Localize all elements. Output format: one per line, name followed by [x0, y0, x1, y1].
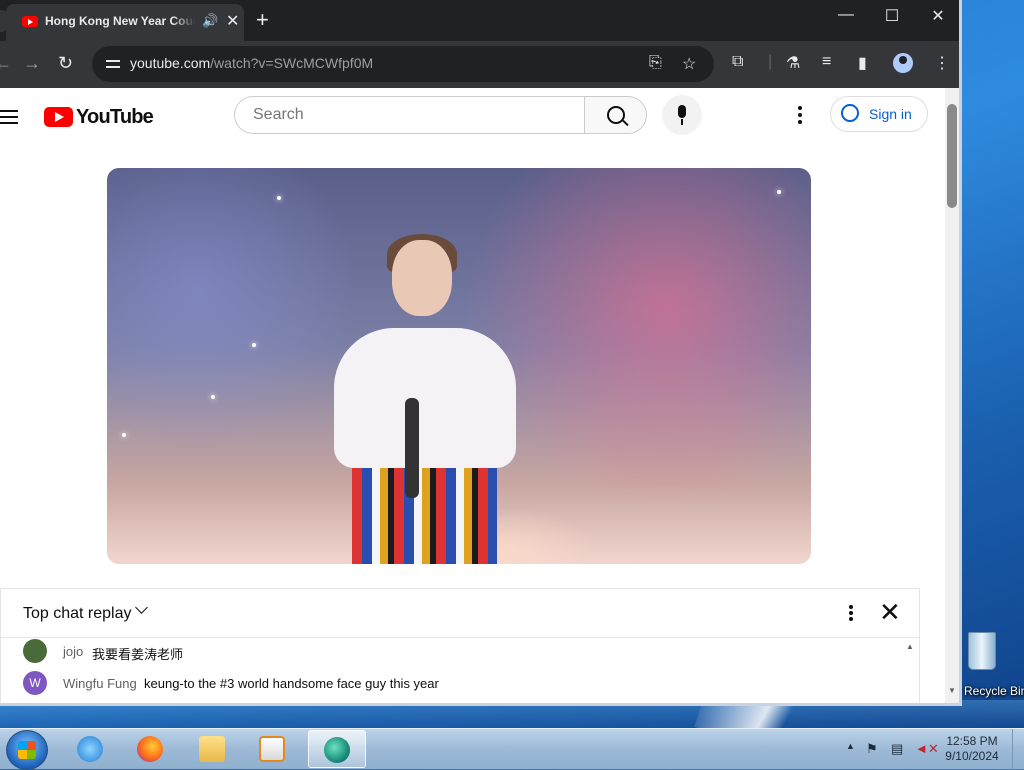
- maximize-icon[interactable]: ☐: [869, 6, 915, 26]
- singer-head: [392, 240, 452, 316]
- system-clock[interactable]: 12:58 PM 9/10/2024: [940, 734, 1004, 764]
- minimize-icon[interactable]: —: [823, 6, 869, 24]
- forward-arrow-icon[interactable]: →: [23, 53, 41, 74]
- plus-icon[interactable]: +: [256, 7, 269, 33]
- chat-author[interactable]: jojo: [63, 644, 83, 659]
- network-icon[interactable]: ▤: [891, 741, 903, 757]
- search-box: [234, 96, 584, 134]
- recycle-bin-icon: [968, 632, 996, 670]
- youtube-page: YouTube Sign in Top chat r: [0, 88, 945, 703]
- file-explorer-icon[interactable]: [186, 730, 238, 768]
- browser-toolbar: ← → ↻ youtube.com/watch?v=SWcMCWfpf0M ⎘ …: [0, 41, 959, 88]
- voice-search-icon[interactable]: [662, 95, 702, 135]
- stage-sparkle: [777, 190, 781, 194]
- start-button[interactable]: [6, 730, 48, 770]
- reload-icon[interactable]: ↻: [58, 53, 73, 74]
- media-controls-icon[interactable]: ≡: [822, 53, 831, 71]
- tab-active[interactable]: Hong Kong New Year Countdown 🔊 ✕: [6, 4, 244, 41]
- star-icon[interactable]: ☆: [682, 54, 696, 74]
- clock-time: 12:58 PM: [946, 734, 998, 748]
- chat-header: Top chat replay ✕: [1, 589, 919, 638]
- user-icon: [841, 104, 859, 122]
- flask-icon[interactable]: ⚗: [786, 53, 800, 73]
- recycle-bin-label: Recycle Bin: [964, 684, 1024, 698]
- install-app-icon[interactable]: ⎘: [649, 54, 662, 72]
- youtube-logo-text: YouTube: [76, 106, 154, 128]
- chevron-down-icon[interactable]: [135, 601, 148, 614]
- microphone: [405, 398, 419, 498]
- sign-in-button[interactable]: Sign in: [830, 96, 928, 132]
- media-glyph: [259, 736, 285, 762]
- chat-scroll-up-icon[interactable]: ▲: [906, 642, 914, 651]
- chat-mode-selector[interactable]: Top chat replay: [23, 605, 132, 623]
- toolbar-divider: |: [768, 53, 773, 70]
- tab-strip: Hong Kong New Year Countdown 🔊 ✕ + — ☐ ✕: [0, 0, 959, 41]
- site-info-icon[interactable]: [104, 55, 122, 73]
- url-path: /watch?v=SWcMCWfpf0M: [210, 55, 374, 71]
- back-arrow-icon[interactable]: ←: [0, 53, 12, 74]
- close-chat-icon[interactable]: ✕: [879, 599, 901, 625]
- windows-logo-icon: [18, 741, 36, 759]
- settings-kebab-icon[interactable]: [798, 106, 802, 127]
- search-icon: [607, 106, 625, 124]
- firefox-glyph: [137, 736, 163, 762]
- kebab-menu-icon[interactable]: ⋮: [934, 53, 950, 73]
- avatar[interactable]: W: [23, 671, 47, 695]
- show-desktop-button[interactable]: [1012, 729, 1024, 769]
- search-input[interactable]: [251, 105, 555, 125]
- show-hidden-icons-icon[interactable]: ▲: [846, 741, 855, 751]
- youtube-favicon-icon: [22, 16, 38, 27]
- puzzle-icon[interactable]: ⧉: [732, 53, 743, 71]
- stage-sparkle: [252, 343, 256, 347]
- video-player[interactable]: [107, 168, 811, 564]
- chat-text: 我要看姜涛老师: [92, 647, 184, 662]
- speaker-icon[interactable]: 🔊: [202, 13, 218, 29]
- media-player-icon[interactable]: [246, 730, 298, 768]
- edge-browser-icon[interactable]: [308, 730, 366, 768]
- youtube-play-icon: [44, 107, 73, 127]
- edge-glyph: [324, 737, 350, 763]
- ie-glyph: [77, 736, 103, 762]
- tab-title: Hong Kong New Year Countdown: [45, 14, 195, 28]
- internet-explorer-icon[interactable]: [64, 730, 116, 768]
- live-chat-panel: Top chat replay ✕ ▲ jojo 我要看姜涛老师 W Wingf…: [0, 588, 920, 703]
- chat-scroll-down-icon[interactable]: ▼: [948, 686, 956, 695]
- youtube-logo[interactable]: YouTube: [44, 106, 154, 129]
- recycle-bin[interactable]: Recycle Bin: [960, 630, 1024, 700]
- chat-author[interactable]: Wingfu Fung: [63, 676, 137, 691]
- action-center-flag-icon[interactable]: ⚑: [866, 741, 878, 757]
- stage-sparkle: [211, 395, 215, 399]
- url-text[interactable]: youtube.com/watch?v=SWcMCWfpf0M: [130, 55, 373, 71]
- firefox-icon[interactable]: [124, 730, 176, 768]
- hamburger-menu-icon[interactable]: [0, 110, 18, 124]
- sign-in-label: Sign in: [869, 106, 912, 122]
- chat-text: keung-to the #3 world handsome face guy …: [144, 676, 439, 691]
- url-host: youtube.com: [130, 55, 211, 71]
- address-bar[interactable]: youtube.com/watch?v=SWcMCWfpf0M ⎘ ☆: [92, 46, 714, 82]
- close-window-icon[interactable]: ✕: [915, 6, 959, 26]
- scrollbar-thumb[interactable]: [947, 104, 957, 208]
- search-button[interactable]: [584, 96, 647, 134]
- clock-date: 9/10/2024: [945, 749, 999, 763]
- folder-glyph: [199, 736, 225, 762]
- profile-icon[interactable]: [893, 53, 913, 73]
- browser-window: Hong Kong New Year Countdown 🔊 ✕ + — ☐ ✕…: [0, 0, 962, 706]
- singer-body: [334, 328, 516, 468]
- singer-skirt: [352, 468, 497, 564]
- stage-sparkle: [277, 196, 281, 200]
- stage-sparkle: [122, 433, 126, 437]
- side-panel-icon[interactable]: ▮: [858, 53, 867, 73]
- chat-menu-kebab-icon[interactable]: [849, 605, 853, 623]
- taskbar: ▲ ⚑ ▤ ◄✕ 12:58 PM 9/10/2024: [0, 728, 1024, 770]
- close-tab-icon[interactable]: ✕: [226, 11, 239, 31]
- avatar[interactable]: [23, 639, 47, 663]
- page-scrollbar[interactable]: [945, 88, 959, 703]
- volume-muted-icon[interactable]: ◄✕: [915, 741, 939, 757]
